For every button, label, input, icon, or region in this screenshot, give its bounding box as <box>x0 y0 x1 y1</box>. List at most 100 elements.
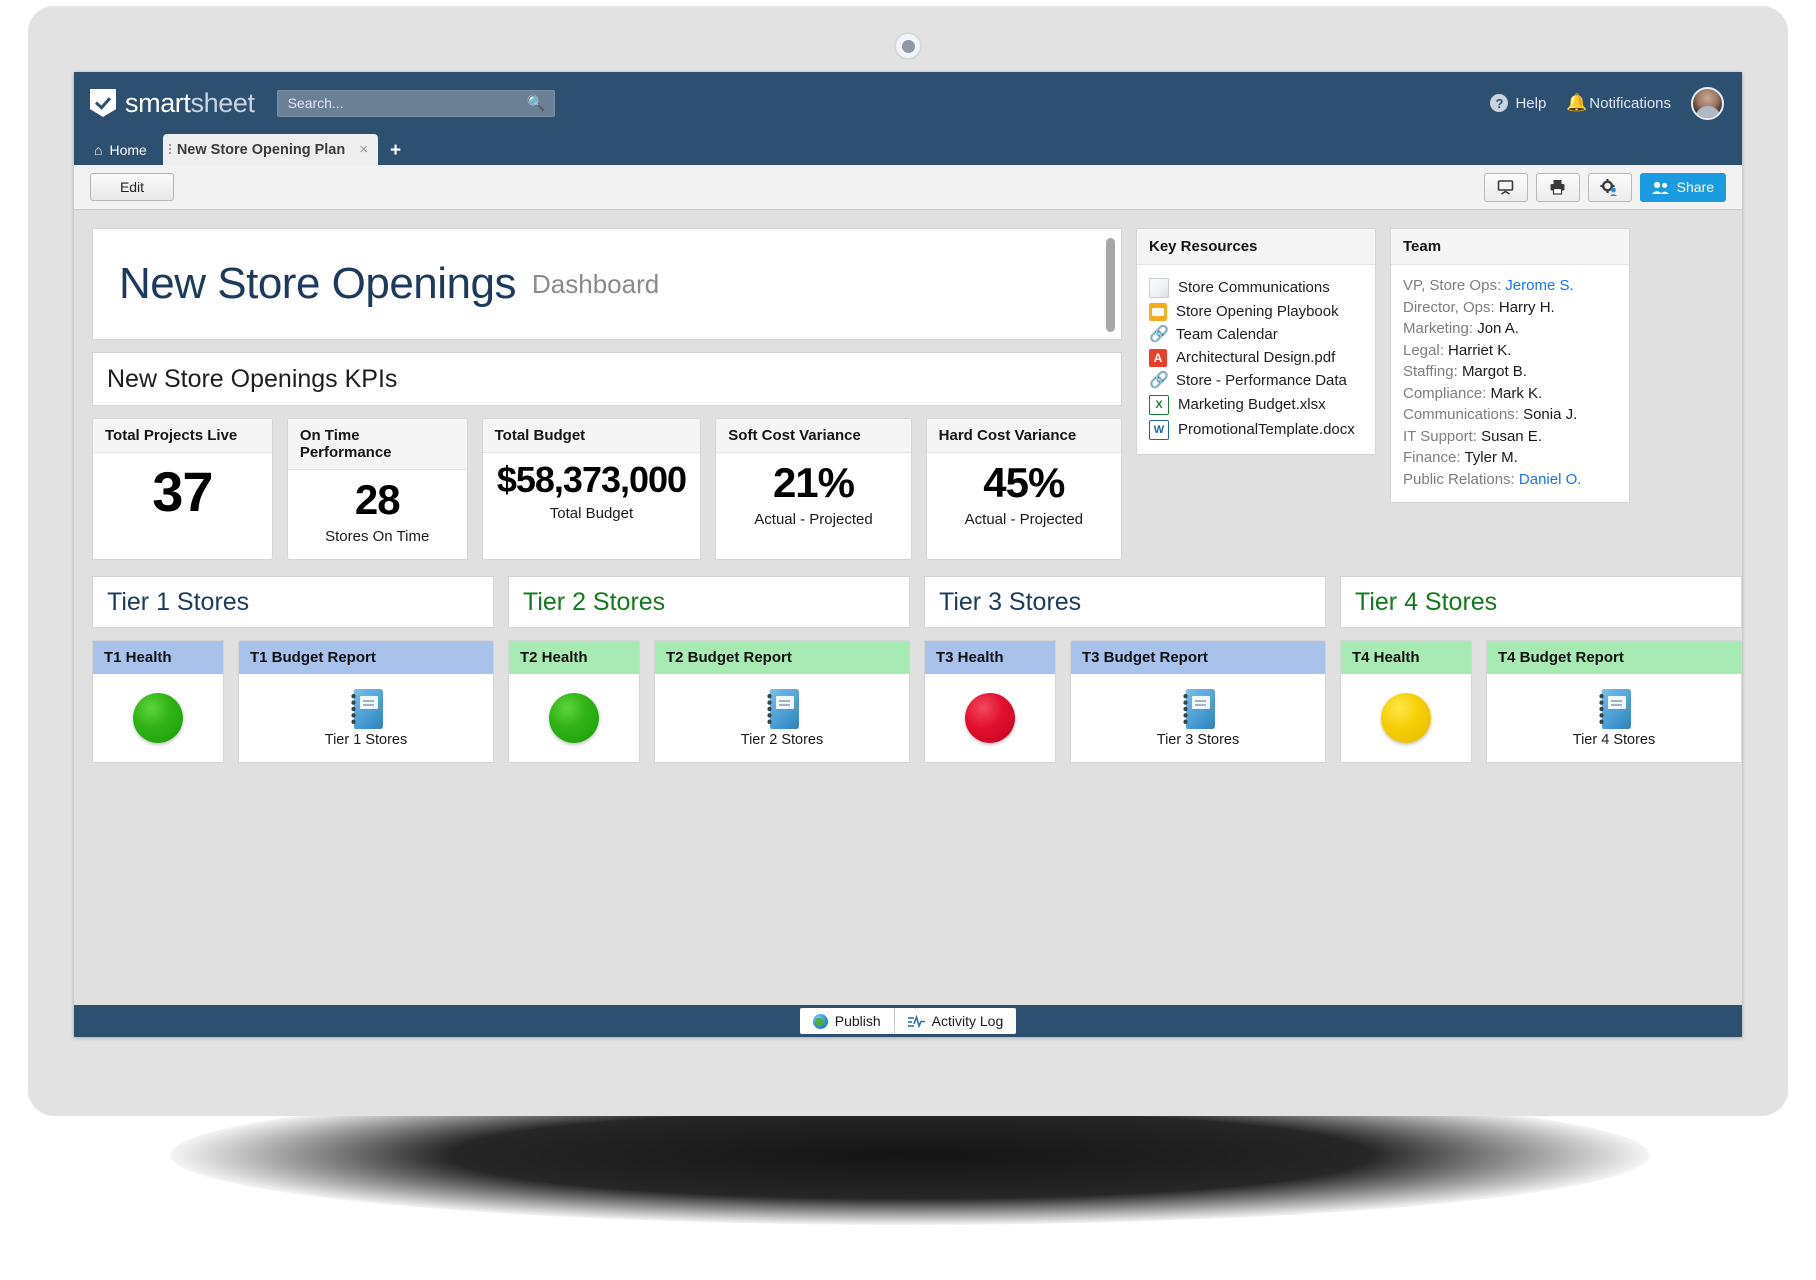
tier-report-header: T2 Budget Report <box>655 641 909 674</box>
key-resources-panel: Key Resources Store Communications Store… <box>1136 228 1376 455</box>
activity-log-label: Activity Log <box>932 1013 1004 1029</box>
tier-budget-report-widget[interactable]: T3 Budget Report Tier 3 Stores <box>1070 640 1326 763</box>
resource-label: Store Opening Playbook <box>1176 303 1339 320</box>
tab-new-store-opening-plan[interactable]: New Store Opening Plan × <box>163 134 378 165</box>
link-icon: 🔗 <box>1149 372 1167 390</box>
help-icon: ? <box>1490 94 1508 112</box>
team-member-row: Compliance: Mark K. <box>1403 383 1617 405</box>
kpi-body: 28 Stores On Time <box>288 470 467 559</box>
tier-health-body <box>93 674 223 762</box>
search-box[interactable]: 🔍 <box>277 90 555 117</box>
list-item[interactable]: X Marketing Budget.xlsx <box>1149 392 1363 417</box>
scrollbar-thumb[interactable] <box>1106 238 1115 332</box>
tier-budget-report-widget[interactable]: T4 Budget Report Tier 4 Stores <box>1486 640 1742 763</box>
team-member-row: Marketing: Jon A. <box>1403 318 1617 340</box>
key-resources-header: Key Resources <box>1137 229 1375 265</box>
close-icon[interactable]: × <box>359 141 368 158</box>
edit-button[interactable]: Edit <box>90 173 174 201</box>
presentation-mode-button[interactable] <box>1484 173 1528 202</box>
team-role: Marketing: <box>1403 320 1473 337</box>
resource-label: Team Calendar <box>1176 326 1278 343</box>
link-icon: 🔗 <box>1149 326 1167 344</box>
bell-icon: 🔔 <box>1566 95 1582 111</box>
help-button[interactable]: ? Help <box>1490 94 1546 112</box>
tier-column-3: Tier 3 Stores T3 Health T3 Budget Report <box>924 576 1326 763</box>
team-role: Communications: <box>1403 406 1519 423</box>
add-tab-icon[interactable]: + <box>378 141 413 165</box>
print-button[interactable] <box>1536 173 1580 202</box>
title-widget-scrollbar[interactable] <box>1104 234 1117 336</box>
share-button[interactable]: Share <box>1640 173 1726 202</box>
kpi-header: Total Projects Live <box>93 419 272 453</box>
tier-budget-report-widget[interactable]: T1 Budget Report Tier 1 Stores <box>238 640 494 763</box>
tier-widgets: T3 Health T3 Budget Report Ti <box>924 640 1326 763</box>
tab-home-label: Home <box>109 142 146 158</box>
list-item[interactable]: 🔗 Team Calendar <box>1149 323 1363 346</box>
print-icon <box>1549 179 1566 195</box>
tier-widgets: T1 Health T1 Budget Report Ti <box>92 640 494 763</box>
list-item[interactable]: 🔗 Store - Performance Data <box>1149 369 1363 392</box>
resource-label: PromotionalTemplate.docx <box>1178 421 1355 438</box>
tier-budget-report-widget[interactable]: T2 Budget Report Tier 2 Stores <box>654 640 910 763</box>
resource-label: Architectural Design.pdf <box>1176 349 1335 366</box>
tier-health-widget: T4 Health <box>1340 640 1472 763</box>
report-icon <box>765 689 799 729</box>
tier-health-header: T4 Health <box>1341 641 1471 674</box>
logo-text-bold: smart <box>125 88 191 118</box>
tab-strip: ⌂ Home New Store Opening Plan × + <box>74 134 1742 165</box>
toolbar-right-actions: Share <box>1484 173 1726 202</box>
resource-label: Marketing Budget.xlsx <box>1178 396 1326 413</box>
team-member-row: Finance: Tyler M. <box>1403 447 1617 469</box>
search-input[interactable] <box>286 94 527 112</box>
dashboard-canvas: New Store Openings Dashboard New Store O… <box>74 210 1742 1005</box>
kpi-section-title: New Store Openings KPIs <box>92 352 1122 406</box>
kpi-card-soft-cost-variance: Soft Cost Variance 21% Actual - Projecte… <box>715 418 911 560</box>
people-icon <box>1652 181 1670 194</box>
notifications-label: Notifications <box>1589 95 1671 112</box>
list-item[interactable]: A Architectural Design.pdf <box>1149 346 1363 369</box>
logo-text-light: sheet <box>191 88 255 118</box>
kpi-subtext: Total Budget <box>550 505 633 522</box>
share-label: Share <box>1677 179 1714 195</box>
tier-report-body: Tier 2 Stores <box>655 674 909 762</box>
team-member-row: Staffing: Margot B. <box>1403 361 1617 383</box>
top-navigation-bar: smartsheet 🔍 ? Help 🔔 Notifications <box>74 72 1742 134</box>
list-item[interactable]: W PromotionalTemplate.docx <box>1149 417 1363 442</box>
team-name[interactable]: Jerome S. <box>1505 277 1573 294</box>
kpi-subtext: Actual - Projected <box>965 511 1083 528</box>
team-member-row: Director, Ops: Harry H. <box>1403 297 1617 319</box>
kpi-card-total-budget: Total Budget $58,373,000 Total Budget <box>482 418 702 560</box>
team-member-row: IT Support: Susan E. <box>1403 426 1617 448</box>
logo-wordmark: smartsheet <box>125 88 255 119</box>
team-name[interactable]: Daniel O. <box>1519 471 1582 488</box>
activity-log-button[interactable]: Activity Log <box>894 1008 1017 1034</box>
tier-report-body: Tier 3 Stores <box>1071 674 1325 762</box>
report-icon <box>1597 689 1631 729</box>
status-light-green-icon <box>549 693 599 743</box>
publish-button[interactable]: Publish <box>800 1008 894 1034</box>
report-icon <box>349 689 383 729</box>
tier-widgets: T2 Health T2 Budget Report Ti <box>508 640 910 763</box>
tier-widgets: T4 Health T4 Budget Report Ti <box>1340 640 1742 763</box>
notifications-button[interactable]: 🔔 Notifications <box>1566 95 1671 112</box>
smartsheet-checkmark-icon <box>90 89 116 117</box>
settings-permissions-button[interactable] <box>1588 173 1632 202</box>
team-role: Staffing: <box>1403 363 1458 380</box>
bottom-status-bar: Publish Activity Log <box>74 1005 1742 1037</box>
user-avatar[interactable] <box>1691 87 1724 120</box>
kpi-subtext: Actual - Projected <box>754 511 872 528</box>
status-light-green-icon <box>133 693 183 743</box>
team-name: Susan E. <box>1481 428 1542 445</box>
list-item[interactable]: Store Communications <box>1149 275 1363 300</box>
team-panel: Team VP, Store Ops: Jerome S. Director, … <box>1390 228 1630 503</box>
top-bar-actions: ? Help 🔔 Notifications <box>1490 87 1742 120</box>
tab-home[interactable]: ⌂ Home <box>88 142 163 165</box>
list-item[interactable]: Store Opening Playbook <box>1149 300 1363 323</box>
search-icon[interactable]: 🔍 <box>527 96 546 111</box>
kpi-card-on-time-performance: On Time Performance 28 Stores On Time <box>287 418 468 560</box>
kpi-header: Total Budget <box>483 419 701 453</box>
kpi-header: Hard Cost Variance <box>927 419 1121 453</box>
smartsheet-logo[interactable]: smartsheet <box>90 88 255 119</box>
sheet-icon <box>1149 303 1167 321</box>
word-file-icon: W <box>1149 420 1169 440</box>
